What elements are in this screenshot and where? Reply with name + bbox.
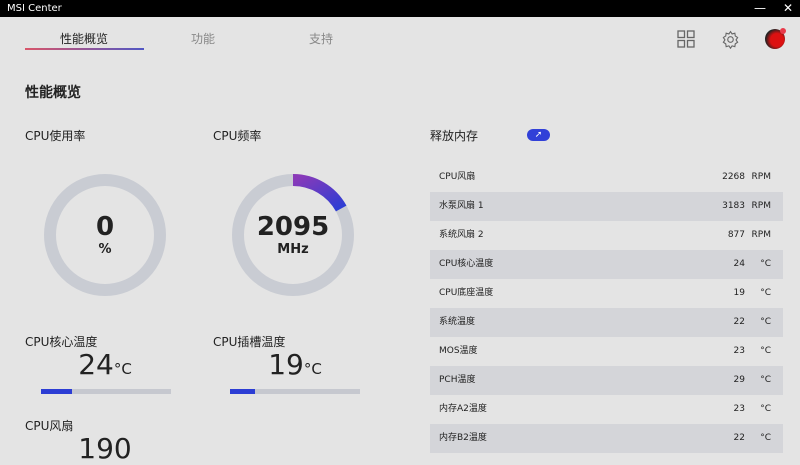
sensor-row: CPU风扇 2268 RPM xyxy=(430,163,783,192)
memory-release-label: 释放内存 xyxy=(430,129,479,143)
cpu-socket-temp-value: 19°C xyxy=(268,348,322,381)
cpu-freq-arc xyxy=(292,174,347,212)
tab-performance[interactable]: 性能概览 xyxy=(24,30,144,47)
sensor-name: 系统风扇 2 xyxy=(439,230,484,240)
sensor-name: CPU底座温度 xyxy=(439,288,494,298)
sensor-value: 22 xyxy=(733,433,745,443)
notification-dot xyxy=(780,28,786,34)
sensor-unit: °C xyxy=(760,288,771,298)
close-button[interactable]: ✕ xyxy=(776,0,800,17)
gear-icon[interactable] xyxy=(721,30,740,49)
title-bar: MSI Center xyxy=(0,0,800,17)
sensor-unit: °C xyxy=(760,317,771,327)
sensor-value: 29 xyxy=(733,375,745,385)
sensor-row: PCH温度 29 °C xyxy=(430,366,783,395)
active-tab-indicator xyxy=(25,48,144,50)
sensor-row: 水泵风扇 1 3183 RPM xyxy=(430,192,783,221)
sensor-name: CPU核心温度 xyxy=(439,259,494,269)
cpu-usage-unit: % xyxy=(98,242,112,257)
cpu-freq-unit: MHz xyxy=(277,242,309,257)
sensor-row: CPU底座温度 19 °C xyxy=(430,279,783,308)
sensor-unit: RPM xyxy=(751,230,771,240)
cpu-core-temp-value: 24°C xyxy=(78,348,132,381)
sensor-value: 3183 xyxy=(722,201,745,211)
cpu-usage-value: 0 xyxy=(95,212,115,242)
sensor-row: MOS温度 23 °C xyxy=(430,337,783,366)
sensor-row: 内存B2温度 22 °C xyxy=(430,424,783,453)
sensor-name: 内存A2温度 xyxy=(439,404,487,414)
cpu-fan-value: 190 xyxy=(78,432,132,465)
sensor-name: MOS温度 xyxy=(439,346,478,356)
memory-release-button[interactable]: ➚ xyxy=(527,129,550,141)
sensor-unit: RPM xyxy=(751,201,771,211)
sensor-row: 系统温度 22 °C xyxy=(430,308,783,337)
sensor-value: 19 xyxy=(733,288,745,298)
sensor-value: 23 xyxy=(733,404,745,414)
cpu-core-temp-bar xyxy=(41,389,171,394)
cpu-socket-temp-bar xyxy=(230,389,360,394)
sensor-value: 877 xyxy=(727,230,745,240)
sensor-unit: °C xyxy=(760,259,771,269)
sensor-unit: °C xyxy=(760,433,771,443)
cpu-freq-label: CPU频率 xyxy=(213,129,262,143)
sensor-name: PCH温度 xyxy=(439,375,476,385)
cpu-usage-label: CPU使用率 xyxy=(25,129,86,143)
grid-icon[interactable] xyxy=(677,30,695,48)
minimize-button[interactable]: — xyxy=(748,0,772,17)
sensor-value: 22 xyxy=(733,317,745,327)
sensor-unit: °C xyxy=(760,346,771,356)
tab-features[interactable]: 功能 xyxy=(143,30,263,47)
tab-support[interactable]: 支持 xyxy=(261,30,381,47)
sensor-name: 内存B2温度 xyxy=(439,433,487,443)
sensor-name: 水泵风扇 1 xyxy=(439,201,484,211)
window-title: MSI Center xyxy=(7,3,62,14)
sensor-value: 2268 xyxy=(722,172,745,182)
sensor-row: 系统风扇 2 877 RPM xyxy=(430,221,783,250)
rocket-icon: ➚ xyxy=(534,130,543,140)
sensor-unit: °C xyxy=(760,404,771,414)
sensor-row: 内存A2温度 23 °C xyxy=(430,395,783,424)
cpu-freq-value: 2095 xyxy=(256,212,330,242)
sensor-name: CPU风扇 xyxy=(439,172,476,182)
sensor-unit: RPM xyxy=(751,172,771,182)
sensor-row: CPU核心温度 24 °C xyxy=(430,250,783,279)
sensor-value: 23 xyxy=(733,346,745,356)
sensor-name: 系统温度 xyxy=(439,317,476,327)
sensor-unit: °C xyxy=(760,375,771,385)
page-title: 性能概览 xyxy=(25,85,81,101)
sensor-value: 24 xyxy=(733,259,745,269)
